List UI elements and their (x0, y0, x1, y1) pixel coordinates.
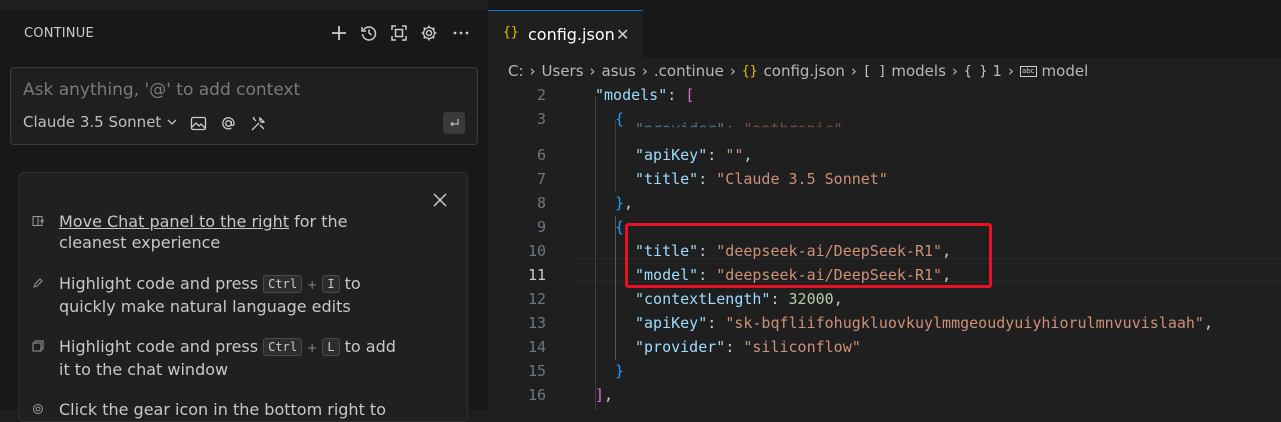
line-number: 8 (536, 194, 546, 212)
editor-area: {} config.json ✕ C: › Users › asus › .co… (488, 0, 1281, 410)
indent-guide (615, 216, 616, 360)
chevron-right-icon: › (529, 62, 536, 80)
plus-icon[interactable] (328, 22, 350, 44)
model-selector-label: Claude 3.5 Sonnet (23, 113, 162, 131)
panel-title: CONTINUE (24, 26, 94, 41)
line-number: 12 (527, 290, 546, 308)
code-line[interactable]: "contextLength": 32000, (635, 290, 843, 308)
image-icon[interactable] (187, 112, 209, 134)
fullscreen-icon[interactable] (388, 22, 410, 44)
line-number: 9 (536, 218, 546, 236)
kbd-i: I (322, 275, 340, 293)
panel-header: CONTINUE (0, 10, 488, 58)
chat-input-box[interactable]: Ask anything, '@' to add context Claude … (10, 67, 478, 145)
indent-guide (595, 96, 596, 410)
tab-bar: {} config.json ✕ (488, 0, 1281, 58)
code-line[interactable]: "title": "Claude 3.5 Sonnet" (635, 170, 888, 188)
tab-label: config.json (528, 25, 615, 44)
tools-icon[interactable] (247, 112, 269, 134)
line-number: 10 (527, 242, 546, 260)
code-line[interactable]: "apiKey": "", (635, 146, 752, 164)
tab-config-json[interactable]: {} config.json ✕ (488, 10, 643, 58)
model-selector[interactable]: Claude 3.5 Sonnet (23, 113, 178, 131)
chevron-right-icon: › (850, 62, 857, 80)
tip-item: Highlight code and press Ctrl + L to add… (32, 336, 399, 380)
gear-icon[interactable] (418, 22, 440, 44)
array-icon: [ ] (862, 63, 887, 79)
json-file-icon: {} (741, 63, 758, 79)
kbd-ctrl: Ctrl (263, 275, 303, 293)
breadcrumb-item[interactable]: 1 (992, 62, 1002, 80)
indent-guide (615, 120, 616, 192)
chevron-right-icon: › (951, 62, 958, 80)
code-line[interactable]: "provider": "anthropic", (635, 120, 852, 127)
string-icon: abc (1019, 65, 1037, 77)
edit-icon (33, 278, 43, 288)
code-line[interactable]: ], (595, 386, 613, 404)
kbd-ctrl: Ctrl (263, 338, 303, 356)
chat-input-placeholder[interactable]: Ask anything, '@' to add context (23, 80, 300, 100)
breadcrumb-item[interactable]: C: (508, 62, 524, 80)
breadcrumb-item[interactable]: model (1042, 62, 1089, 80)
tip-text: Highlight code and press (59, 274, 264, 293)
code-line[interactable]: } (615, 362, 624, 380)
chevron-right-icon: › (589, 62, 596, 80)
history-icon[interactable] (358, 22, 380, 44)
line-number: 11 (527, 266, 546, 284)
tip-item: Highlight code and press Ctrl + I to qui… (33, 273, 399, 317)
add-to-chat-icon (32, 340, 44, 352)
kbd-separator: + (307, 341, 318, 355)
close-icon[interactable]: ✕ (616, 25, 629, 44)
code-line[interactable]: { (615, 110, 624, 128)
object-icon: { } (963, 63, 988, 79)
annotation-highlight-box (625, 223, 992, 288)
enter-icon (450, 119, 459, 127)
chevron-right-icon: › (729, 62, 736, 80)
panel-top-strip (0, 0, 488, 10)
breadcrumb-item[interactable]: asus (602, 62, 636, 80)
more-icon[interactable] (450, 22, 472, 44)
code-line[interactable]: }, (615, 194, 633, 212)
chevron-right-icon: › (641, 62, 648, 80)
kbd-l: L (322, 338, 340, 356)
gear-icon (33, 404, 43, 414)
breadcrumb-item[interactable]: .continue (654, 62, 724, 80)
breadcrumb: C: › Users › asus › .continue › {} confi… (508, 60, 1088, 82)
move-panel-icon (32, 216, 44, 226)
breadcrumb-item[interactable]: config.json (764, 62, 845, 80)
chevron-right-icon: › (1007, 62, 1014, 80)
kbd-separator: + (307, 278, 318, 292)
breadcrumb-item[interactable]: Users (542, 62, 584, 80)
continue-panel: CONTINUE Ask anything, '@' to add contex… (0, 0, 488, 422)
line-number: 16 (527, 386, 546, 404)
line-number: 2 (536, 86, 546, 104)
line-number: 3 (536, 110, 546, 128)
close-icon[interactable] (431, 191, 449, 209)
code-line[interactable]: { (615, 218, 624, 236)
line-number: 6 (536, 146, 546, 164)
move-chat-panel-link[interactable]: Move Chat panel to the right (59, 212, 289, 231)
chevron-down-icon (167, 119, 177, 125)
code-line[interactable]: "provider": "siliconflow" (635, 338, 861, 356)
line-number: 13 (527, 314, 546, 332)
line-number: 15 (527, 362, 546, 380)
breadcrumb-item[interactable]: models (891, 62, 946, 80)
line-number: 14 (527, 338, 546, 356)
json-file-icon: {} (503, 25, 519, 40)
code-line[interactable]: "models": [ (595, 86, 694, 104)
code-line[interactable]: "apiKey": "sk-bqfliifohugkluovkuylmmgeou… (635, 314, 1213, 332)
tip-item: Move Chat panel to the right for the cle… (32, 211, 399, 253)
line-number: 7 (536, 170, 546, 188)
submit-button[interactable] (443, 112, 465, 134)
at-icon[interactable] (217, 112, 239, 134)
tips-card: Move Chat panel to the right for the cle… (18, 172, 468, 422)
tip-text: Highlight code and press (59, 337, 264, 356)
